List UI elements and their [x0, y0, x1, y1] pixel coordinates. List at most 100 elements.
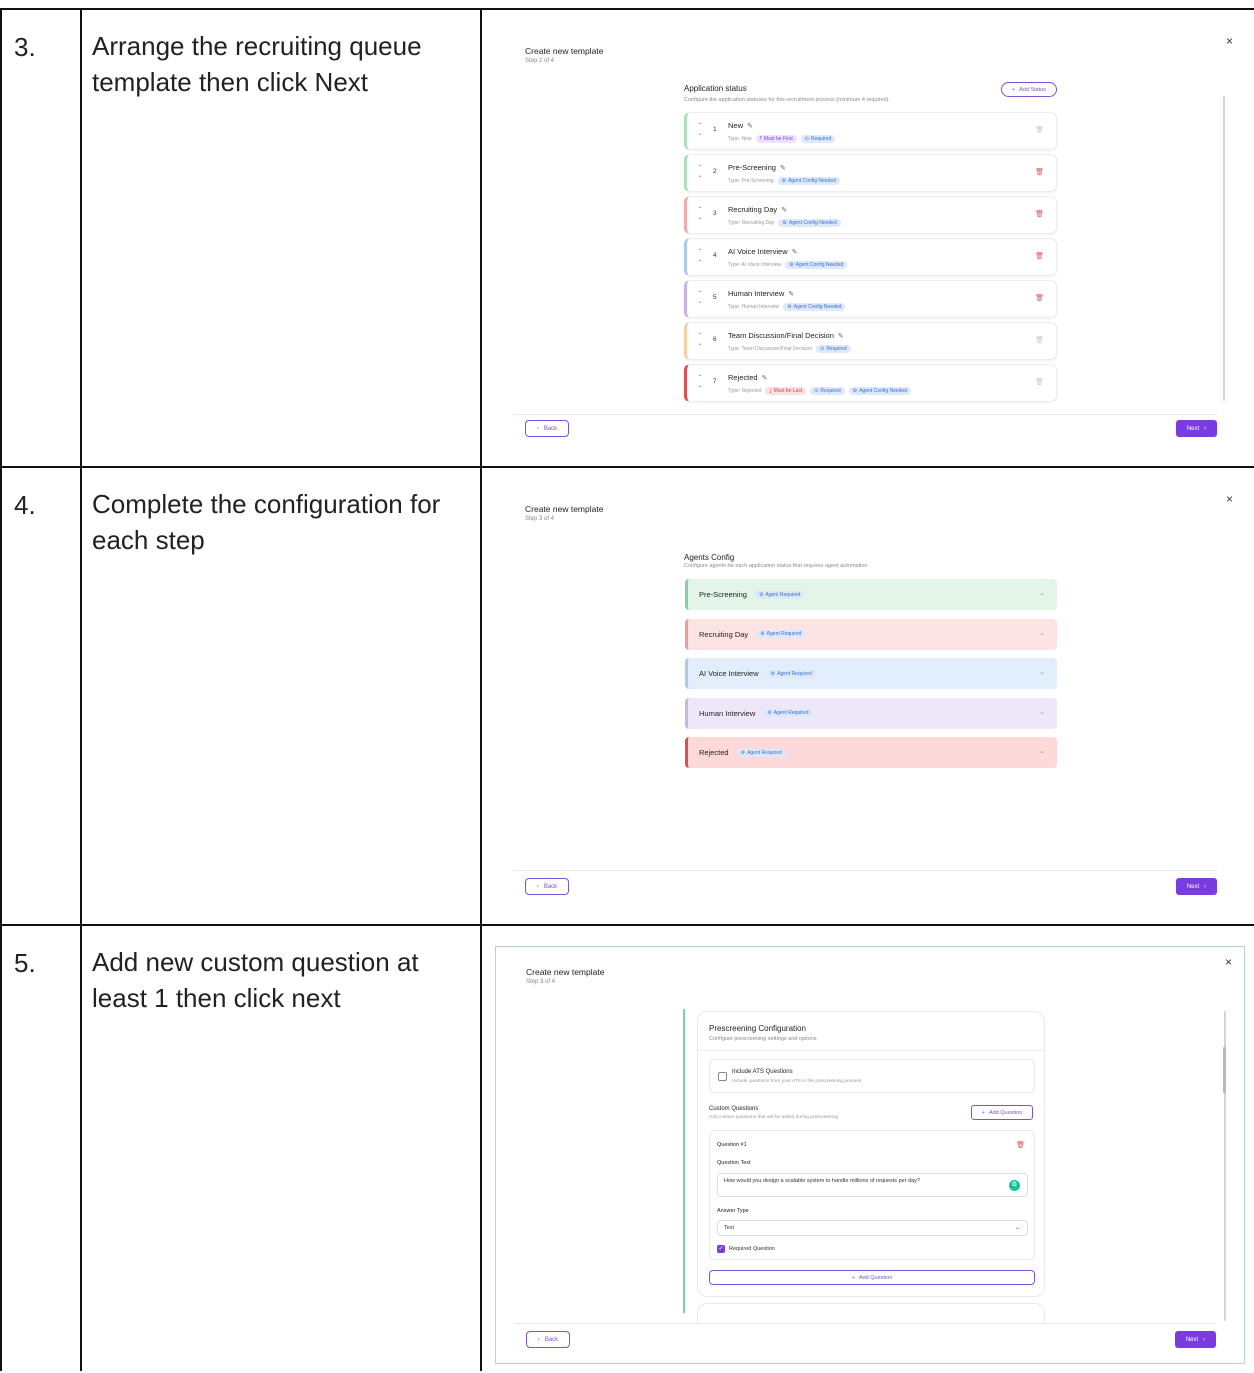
trash-icon[interactable]: 🗑	[1035, 294, 1044, 302]
status-card[interactable]: ⌃ ⌄ 6 Team Discussion/Final Decision ✎ Type: …	[684, 322, 1057, 360]
add-question-wide-button[interactable]: + Add Question	[709, 1270, 1035, 1285]
plus-icon: +	[981, 1109, 985, 1116]
ats-description: Include questions from your ATS in the p…	[732, 1079, 862, 1084]
reorder-arrows[interactable]: ⌃ ⌄	[696, 332, 704, 348]
add-status-button[interactable]: + Add Status	[1001, 82, 1057, 97]
chevron-up-icon[interactable]: ⌃	[697, 207, 702, 213]
back-button[interactable]: ‹ Back	[525, 420, 569, 437]
scrollbar[interactable]	[1223, 96, 1225, 401]
agent-config-row[interactable]: Rejected ⚙ Agent Required ⌄	[685, 737, 1057, 768]
status-card[interactable]: ⌃ ⌄ 7 Rejected ✎ Type: Rejected ⤓ Must be Last ⊙…	[684, 364, 1057, 402]
agent-config-row[interactable]: AI Voice Interview ⚙ Agent Required ⌄	[685, 658, 1057, 689]
status-card[interactable]: ⌃ ⌄ 3 Recruiting Day ✎ Type: Recruiting Day ⚙ A…	[684, 196, 1057, 234]
modal-title: Create new template	[525, 504, 604, 514]
required-question-checkbox[interactable]: ✓ Required Question	[717, 1245, 775, 1253]
close-icon[interactable]: ×	[1226, 34, 1233, 48]
reorder-arrows[interactable]: ⌃ ⌄	[696, 290, 704, 306]
chevron-down-icon[interactable]: ⌄	[1039, 747, 1045, 755]
agent-required-badge: ⚙ Agent Required	[756, 630, 806, 638]
prescreening-config-card: Prescreening Configuration Configure pre…	[697, 1011, 1045, 1297]
chevron-up-icon[interactable]: ⌃	[697, 333, 702, 339]
chevron-down-icon[interactable]: ⌄	[697, 341, 702, 347]
status-card[interactable]: ⌃ ⌄ 2 Pre-Screening ✎ Type: Pre-Screening ⚙ Age…	[684, 154, 1057, 192]
step-indicator: Step 3 of 4	[525, 516, 555, 522]
pencil-icon[interactable]: ✎	[788, 291, 794, 298]
status-badge: ⤒ Must be First	[755, 135, 797, 143]
chevron-down-icon[interactable]: ⌄	[697, 257, 702, 263]
chevron-down-icon[interactable]: ⌄	[697, 299, 702, 305]
status-type: Type: AI Voice Interview	[728, 262, 782, 268]
robot-icon: ⚙	[740, 749, 746, 756]
question-text-input[interactable]: How would you design a scalable system t…	[717, 1173, 1028, 1197]
back-button[interactable]: ‹ Back	[525, 878, 569, 895]
status-color-rail	[683, 1009, 685, 1313]
pencil-icon[interactable]: ✎	[780, 165, 786, 172]
chevron-down-icon[interactable]: ⌄	[697, 215, 702, 221]
status-name: Human Interview	[728, 289, 785, 298]
next-button[interactable]: Next ›	[1175, 1331, 1216, 1348]
status-badge: ⚙ Agent Config Needed	[777, 177, 840, 185]
trash-icon[interactable]: 🗑	[1035, 252, 1044, 260]
trash-icon: 🗑	[1035, 337, 1044, 344]
chevron-up-icon[interactable]: ⌃	[697, 123, 702, 129]
status-badge: ⤓ Must be Last	[765, 387, 807, 395]
add-question-button[interactable]: + Add Question	[971, 1105, 1033, 1120]
chevron-down-icon[interactable]: ⌄	[697, 383, 702, 389]
answer-type-select[interactable]: Text ⌄	[717, 1220, 1028, 1236]
pencil-icon[interactable]: ✎	[781, 207, 787, 214]
step-row-3: 3. Arrange the recruiting queue template…	[0, 8, 1254, 468]
chevron-down-icon[interactable]: ⌄	[1039, 668, 1045, 676]
chevron-down-icon[interactable]: ⌄	[1039, 708, 1045, 716]
step-instruction: Arrange the recruiting queue template th…	[92, 31, 422, 97]
close-icon[interactable]: ×	[1226, 492, 1233, 506]
status-index: 3	[713, 210, 717, 217]
status-card[interactable]: ⌃ ⌄ 4 AI Voice Interview ✎ Type: AI Voice Int…	[684, 238, 1057, 276]
pencil-icon[interactable]: ✎	[792, 249, 798, 256]
chevron-left-icon: ‹	[536, 883, 539, 890]
divider	[698, 1050, 1044, 1051]
scrollbar-thumb[interactable]	[1223, 1047, 1226, 1093]
trash-icon[interactable]: 🗑	[1035, 210, 1044, 218]
trash-icon[interactable]: 🗑	[1035, 168, 1044, 176]
chevron-up-icon[interactable]: ⌃	[697, 291, 702, 297]
chevron-up-icon[interactable]: ⌃	[697, 375, 702, 381]
status-card[interactable]: ⌃ ⌄ 5 Human Interview ✎ Type: Human Interview…	[684, 280, 1057, 318]
agent-required-badge: ⚙ Agent Required	[736, 748, 786, 757]
back-button[interactable]: ‹ Back	[526, 1331, 570, 1348]
chevron-up-icon[interactable]: ⌃	[697, 249, 702, 255]
next-button[interactable]: Next ›	[1176, 420, 1217, 437]
robot-icon: ⚙	[767, 710, 772, 716]
status-badge: ⚙ Agent Config Needed	[783, 303, 846, 311]
chevron-up-icon[interactable]: ⌃	[697, 165, 702, 171]
footer-divider	[513, 870, 1217, 871]
reorder-arrows[interactable]: ⌃ ⌄	[696, 164, 704, 180]
chevron-right-icon: ›	[1203, 1336, 1206, 1343]
chevron-down-icon[interactable]: ⌄	[1039, 589, 1045, 597]
next-button[interactable]: Next ›	[1176, 878, 1217, 895]
chevron-down-icon[interactable]: ⌄	[697, 173, 702, 179]
ats-questions-option[interactable]: Include ATS Questions Include questions …	[709, 1059, 1035, 1093]
chevron-down-icon[interactable]: ⌄	[1039, 629, 1045, 637]
status-index: 7	[713, 378, 717, 385]
close-icon[interactable]: ×	[1225, 955, 1232, 969]
question-card: Question #1 🗑 Question Text How would yo…	[709, 1130, 1035, 1260]
agent-config-row[interactable]: Human Interview ⚙ Agent Required ⌄	[685, 697, 1057, 729]
pencil-icon[interactable]: ✎	[838, 333, 844, 340]
agent-config-row[interactable]: Recruiting Day ⚙ Agent Required ⌄	[685, 618, 1057, 650]
agent-config-row[interactable]: Pre-Screening ⚙ Agent Required ⌄	[685, 579, 1057, 610]
pencil-icon[interactable]: ✎	[747, 123, 753, 130]
reorder-arrows[interactable]: ⌃ ⌄	[696, 122, 704, 138]
status-card[interactable]: ⌃ ⌄ 1 New ✎ Type: New ⤒ Must be First ⊙ Required 🗑	[684, 112, 1057, 150]
chevron-down-icon[interactable]: ⌄	[697, 131, 702, 137]
pencil-icon[interactable]: ✎	[762, 375, 768, 382]
reorder-arrows[interactable]: ⌃ ⌄	[696, 374, 704, 390]
custom-questions-description: Add custom questions that will be asked …	[709, 1115, 839, 1120]
step-instruction: Complete the configuration for each step	[92, 489, 441, 555]
trash-icon[interactable]: 🗑	[1016, 1141, 1025, 1149]
grammarly-icon[interactable]: G	[1009, 1180, 1020, 1191]
status-type: Type: Team Discussion/Final Decision	[728, 346, 813, 352]
chevron-left-icon: ‹	[536, 425, 539, 432]
ats-checkbox[interactable]	[718, 1072, 727, 1081]
reorder-arrows[interactable]: ⌃ ⌄	[696, 248, 704, 264]
reorder-arrows[interactable]: ⌃ ⌄	[696, 206, 704, 222]
